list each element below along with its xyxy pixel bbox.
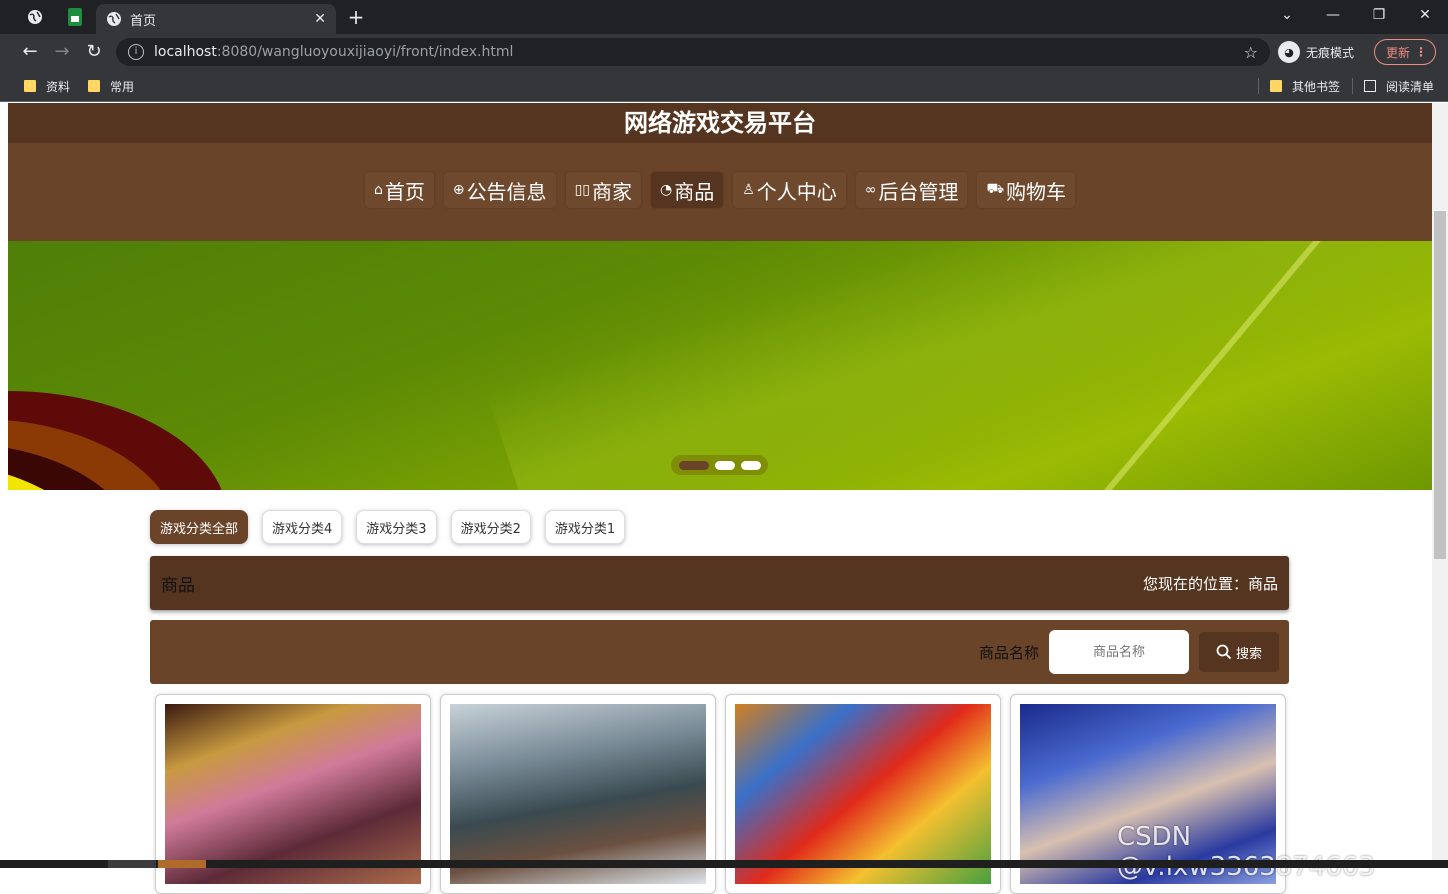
nav-merchant[interactable]: ▯▯ 商家 [566,172,641,208]
bookmark-divider [1352,78,1353,94]
taskbar-item[interactable] [158,860,206,868]
carousel-dot-2[interactable] [715,460,735,470]
back-button[interactable]: ← [16,38,44,66]
category-1[interactable]: 游戏分类1 [544,510,626,544]
link-icon: ∞ [864,182,877,198]
site-title: 网络游戏交易平台 [8,103,1432,143]
bookmark-label: 资料 [46,79,71,94]
nav-profile[interactable]: ♙ 个人中心 [733,172,846,208]
folder-icon [24,80,36,92]
reading-list-label: 阅读清单 [1386,79,1435,94]
search-button-label: 搜索 [1235,646,1262,662]
location-text: 您现在的位置：商品 [1142,574,1278,593]
sheets-tab[interactable] [56,0,94,34]
browser-tab-bar: 首页 ✕ + ⌄ — ❐ ✕ [0,0,1448,34]
reading-list[interactable]: 阅读清单 [1364,77,1434,95]
url-text[interactable]: localhost:8080/wangluoyouxijiaoyi/front/… [154,44,1244,60]
tab-title: 首页 [130,13,157,29]
nav-label: 后台管理 [878,179,959,204]
breadcrumb: 商品 您现在的位置：商品 [150,556,1289,610]
nav-notice[interactable]: ⊕ 公告信息 [444,172,556,208]
home-icon: ⌂ [373,182,383,198]
nav-label: 首页 [384,179,425,204]
reload-button[interactable]: ↻ [80,38,108,66]
scrollbar-thumb[interactable] [1434,211,1446,559]
nav-admin[interactable]: ∞ 后台管理 [856,172,968,208]
nav-cart[interactable]: ⛟ 购物车 [977,172,1075,208]
carousel-dot-1[interactable] [679,460,709,470]
os-taskbar [0,860,1448,868]
csdn-watermark: CSDN @v:lxw3363874663 [1117,822,1375,882]
sheets-icon [68,8,82,26]
info-icon[interactable]: i [128,44,144,60]
product-image[interactable] [735,704,991,884]
menu-icon[interactable]: ⋮ [1415,45,1427,59]
minimize-button[interactable]: — [1310,0,1356,30]
other-bookmarks[interactable]: 其他书签 [1270,77,1340,95]
category-4[interactable]: 游戏分类4 [262,510,343,544]
product-image[interactable] [450,704,706,884]
tab-search-icon[interactable]: ⌄ [1264,0,1310,30]
restore-button[interactable]: ❐ [1356,0,1402,30]
page-scrollbar[interactable] [1432,103,1448,860]
globe-icon: ⊕ [452,182,465,198]
other-bookmarks-label: 其他书签 [1292,79,1341,94]
taskbar-item[interactable] [108,860,156,868]
browser-toolbar: ← → ↻ i localhost:8080/wangluoyouxijiaoy… [0,34,1448,70]
main-nav: ⌂ 首页 ⊕ 公告信息 ▯▯ 商家 ◔ 商品 ♙ 个人中心 ∞ 后台管理 ⛟ 购物车 [8,143,1432,241]
gauge-icon: ◔ [659,182,673,198]
search-label: 商品名称 [978,643,1039,662]
banner-decoration [486,241,1432,490]
bookmark-star-icon[interactable]: ☆ [1244,43,1258,62]
nav-label: 公告信息 [466,179,547,204]
section-title: 商品 [161,575,195,596]
folder-icon [88,80,100,92]
new-tab-button[interactable]: + [342,4,370,30]
incognito-label: 无痕模式 [1306,45,1355,60]
bookmark-folder-2[interactable]: 常用 [88,77,134,95]
incognito-icon: ◕ [1278,41,1300,63]
bookmark-divider [1258,78,1259,94]
bookmark-folder-1[interactable]: 资料 [24,77,70,95]
globe-icon [107,12,121,26]
category-filter: 游戏分类全部 游戏分类4 游戏分类3 游戏分类2 游戏分类1 [150,510,1289,546]
nav-label: 商家 [591,179,632,204]
category-3[interactable]: 游戏分类3 [356,510,437,544]
globe-tab[interactable] [16,0,54,34]
active-tab[interactable]: 首页 ✕ [96,4,336,34]
update-label: 更新 [1386,45,1411,60]
close-window-button[interactable]: ✕ [1402,0,1448,30]
search-input[interactable] [1049,630,1189,674]
bookmarks-bar: 资料 常用 其他书签 阅读清单 [0,70,1448,102]
banner-carousel[interactable] [8,241,1432,490]
globe-icon [28,10,42,24]
category-2[interactable]: 游戏分类2 [450,510,531,544]
close-tab-icon[interactable]: ✕ [314,11,326,27]
nav-home[interactable]: ⌂ 首页 [365,172,434,208]
forward-button[interactable]: → [48,38,76,66]
carousel-indicators [671,455,768,475]
update-button[interactable]: 更新 ⋮ [1374,39,1436,65]
carousel-dot-3[interactable] [741,460,761,470]
nav-label: 购物车 [1006,179,1067,204]
reading-list-icon [1364,80,1376,92]
columns-icon: ▯▯ [574,182,590,198]
search-bar: 商品名称 搜索 [150,620,1289,684]
user-icon: ♙ [742,182,755,198]
cart-icon: ⛟ [986,181,1005,197]
nav-goods[interactable]: ◔ 商品 [650,172,724,208]
search-icon [1216,644,1232,660]
address-bar[interactable]: i localhost:8080/wangluoyouxijiaoyi/fron… [116,38,1270,66]
nav-label: 个人中心 [756,179,837,204]
nav-label: 商品 [674,179,715,204]
folder-icon [1270,80,1282,92]
incognito-indicator[interactable]: ◕ 无痕模式 [1278,40,1354,64]
search-button[interactable]: 搜索 [1199,632,1279,672]
bookmark-label: 常用 [110,79,135,94]
category-all[interactable]: 游戏分类全部 [150,510,249,544]
product-image[interactable] [165,704,421,884]
